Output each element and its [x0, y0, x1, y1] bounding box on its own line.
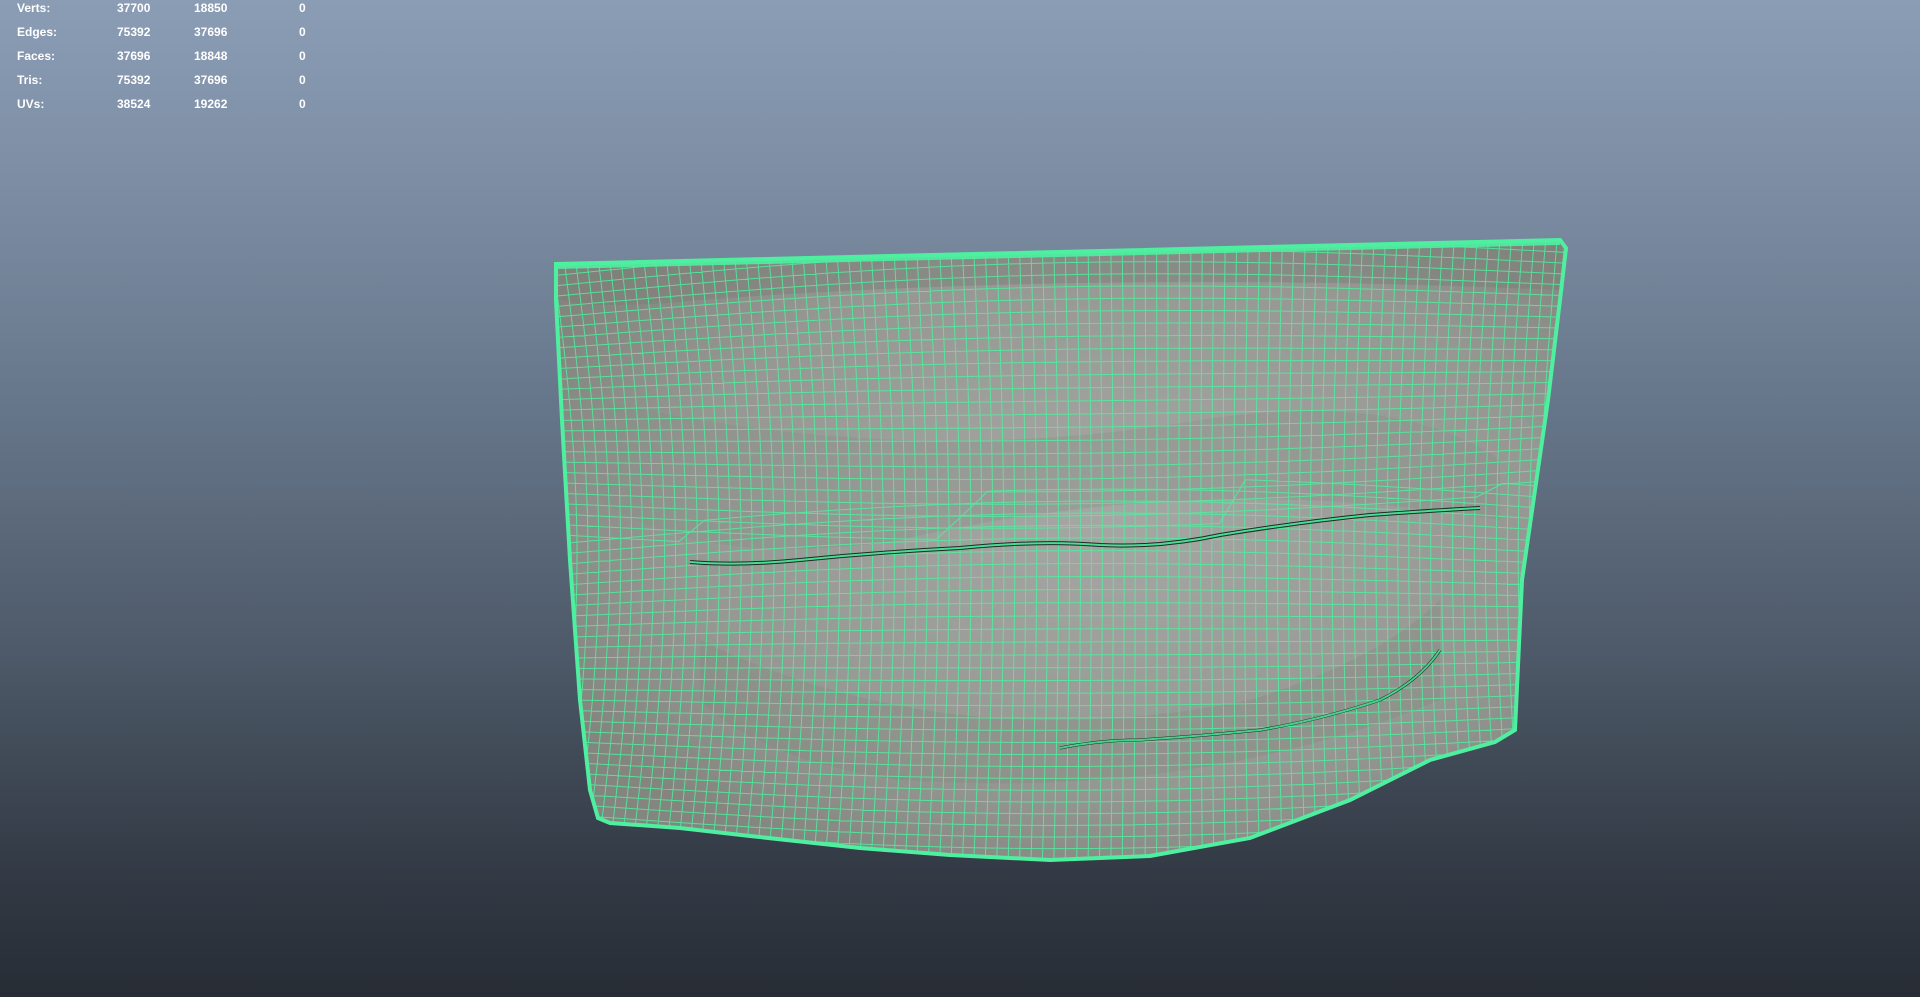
hud-row-tris: Tris: 75392 37696 0: [0, 72, 330, 90]
hud-value-object: 37696: [194, 25, 228, 39]
hud-value-selected: 0: [299, 49, 306, 63]
hud-value-selected: 0: [299, 1, 306, 15]
hud-value-scene: 37696: [117, 49, 151, 63]
hud-value-selected: 0: [299, 73, 306, 87]
hud-value-selected: 0: [299, 97, 306, 111]
hud-value-selected: 0: [299, 25, 306, 39]
hud-row-verts: Verts: 37700 18850 0: [0, 0, 330, 18]
hud-row-edges: Edges: 75392 37696 0: [0, 24, 330, 42]
hud-label: UVs:: [17, 97, 45, 111]
hud-value-scene: 37700: [117, 1, 151, 15]
poly-count-hud: Verts: 37700 18850 0 Edges: 75392 37696 …: [0, 0, 330, 120]
hud-row-faces: Faces: 37696 18848 0: [0, 48, 330, 66]
hud-value-scene: 38524: [117, 97, 151, 111]
hud-value-scene: 75392: [117, 73, 151, 87]
hud-value-object: 18850: [194, 1, 228, 15]
hud-label: Edges:: [17, 25, 58, 39]
hud-label: Tris:: [17, 73, 43, 87]
lips-mesh-model[interactable]: [0, 0, 1920, 997]
hud-value-object: 19262: [194, 97, 228, 111]
hud-label: Verts:: [17, 1, 51, 15]
hud-value-scene: 75392: [117, 25, 151, 39]
hud-value-object: 18848: [194, 49, 228, 63]
hud-label: Faces:: [17, 49, 56, 63]
3d-viewport[interactable]: Verts: 37700 18850 0 Edges: 75392 37696 …: [0, 0, 1920, 997]
hud-value-object: 37696: [194, 73, 228, 87]
hud-row-uvs: UVs: 38524 19262 0: [0, 96, 330, 114]
